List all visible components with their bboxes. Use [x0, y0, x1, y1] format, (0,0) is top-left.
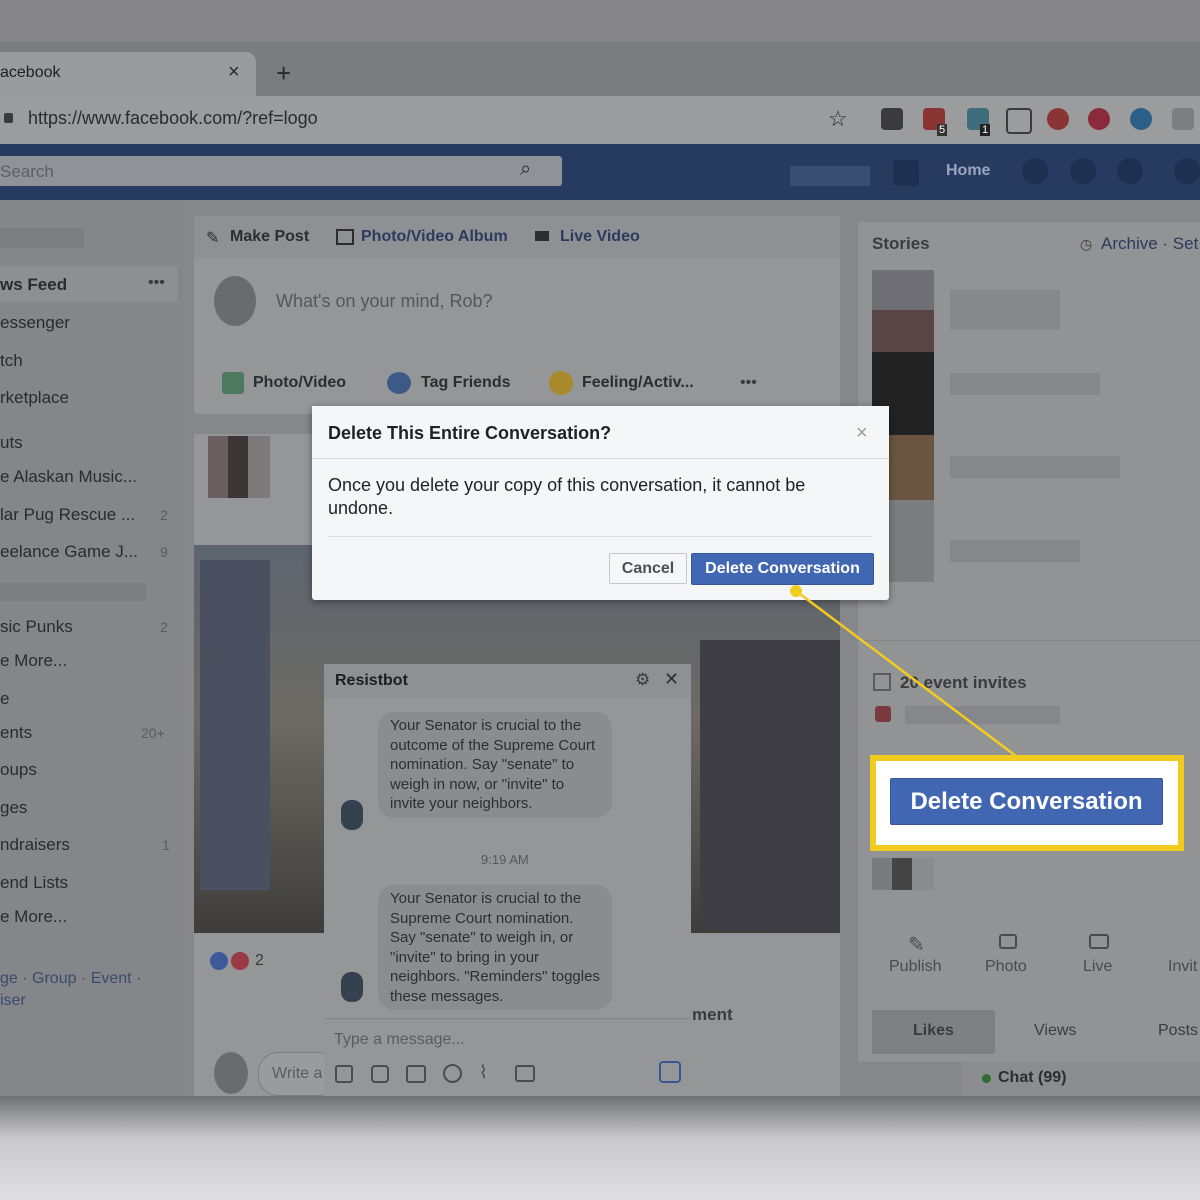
bottom-shadow — [0, 1096, 1200, 1200]
delete-conversation-button-zoom: Delete Conversation — [890, 778, 1163, 825]
callout-dot — [790, 585, 802, 597]
callout-line — [795, 590, 1017, 757]
callout-connector — [790, 585, 1017, 757]
